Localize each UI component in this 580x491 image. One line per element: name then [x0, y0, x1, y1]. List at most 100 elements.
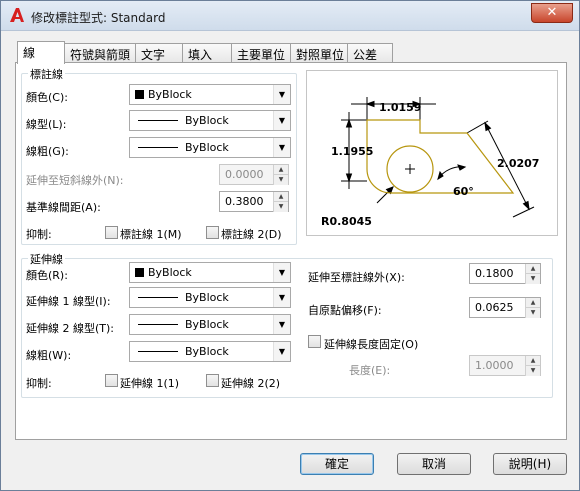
spinner-value: 0.0000 [225, 168, 264, 181]
extend-beyond-label: 延伸至標註線外(X): [308, 271, 405, 284]
dim-left-text: 1.1955 [331, 145, 373, 158]
chevron-down-icon[interactable]: ▼ [273, 138, 290, 157]
ext-color-select[interactable]: ByBlock ▼ [129, 262, 291, 283]
tab-label: 對照單位 [296, 48, 345, 62]
chevron-down-icon[interactable]: ▼ [273, 315, 290, 334]
select-value: ByBlock [148, 88, 192, 101]
tab-tolerances[interactable]: 公差 [347, 43, 393, 63]
dim-linetype-label: 線型(L): [26, 118, 67, 131]
tab-primary-units[interactable]: 主要單位 [231, 43, 291, 63]
tab-lines[interactable]: 線 [17, 41, 65, 64]
close-icon: ✕ [546, 5, 558, 20]
tab-panel-lines: 標註線 顏色(C): ByBlock ▼ 線型(L): ByBlock ▼ 線粗… [15, 62, 567, 440]
select-value: ByBlock [185, 114, 229, 127]
dim-lineweight-select[interactable]: ByBlock ▼ [129, 137, 291, 158]
fixed-length-checkbox[interactable] [308, 335, 321, 348]
suppress-dim-line-1-label: 標註線 1(M) [120, 228, 182, 241]
window-title: 修改標註型式: Standard [31, 11, 166, 25]
dim-top-text: 1.0159 [379, 101, 421, 114]
suppress-dim-line-2-checkbox[interactable] [206, 226, 219, 239]
line-preview [138, 297, 178, 298]
spin-down-icon[interactable]: ▼ [525, 274, 540, 284]
dim-color-label: 顏色(C): [26, 91, 68, 104]
suppress-ext-line-2-label: 延伸線 2(2) [221, 377, 281, 390]
tab-alternate-units[interactable]: 對照單位 [290, 43, 348, 63]
select-value: ByBlock [185, 318, 229, 331]
chevron-down-icon[interactable]: ▼ [273, 85, 290, 104]
line-preview [138, 147, 178, 148]
ext-lineweight-label: 線粗(W): [26, 349, 72, 362]
ext-linetype2-label: 延伸線 2 線型(T): [26, 322, 114, 335]
suppress-ext-line-2-checkbox[interactable] [206, 374, 219, 387]
chevron-down-icon[interactable]: ▼ [273, 263, 290, 282]
dim-right-text: 2.0207 [497, 157, 539, 170]
tab-symbols-arrows[interactable]: 符號與箭頭 [64, 43, 136, 63]
spin-up-icon[interactable]: ▲ [273, 165, 288, 175]
ext-lineweight-select[interactable]: ByBlock ▼ [129, 341, 291, 362]
spin-down-icon[interactable]: ▼ [525, 308, 540, 318]
suppress-dim-line-1-checkbox[interactable] [105, 226, 118, 239]
origin-offset-spinner[interactable]: 0.0625 ▲ ▼ [469, 297, 541, 318]
fixed-length-label: 延伸線長度固定(O) [324, 338, 419, 351]
autocad-logo-icon [10, 8, 24, 22]
suppress-dim-line-2-label: 標註線 2(D) [221, 228, 282, 241]
spinner-value: 0.1800 [475, 267, 514, 280]
tab-label: 符號與箭頭 [70, 48, 131, 62]
line-preview [138, 324, 178, 325]
length-spinner[interactable]: 1.0000 ▲ ▼ [469, 355, 541, 376]
dim-lineweight-label: 線粗(G): [26, 145, 69, 158]
spin-up-icon[interactable]: ▲ [525, 356, 540, 366]
color-swatch [135, 90, 144, 99]
help-button[interactable]: 說明(H) [493, 453, 567, 475]
extend-ticks-label: 延伸至短斜線外(N): [26, 174, 124, 187]
select-value: ByBlock [185, 291, 229, 304]
suppress-ext-line-1-label: 延伸線 1(1) [120, 377, 180, 390]
preview-part-outline [366, 119, 515, 194]
tab-label: 線 [23, 46, 36, 60]
suppress-ext-line-1-checkbox[interactable] [105, 374, 118, 387]
spin-up-icon[interactable]: ▲ [273, 192, 288, 202]
dim-radius-text: R0.8045 [321, 215, 372, 228]
dialog-window: 修改標註型式: Standard ✕ 線 符號與箭頭 文字 填入 主要單位 對照… [0, 0, 580, 491]
extend-ticks-spinner[interactable]: 0.0000 ▲ ▼ [219, 164, 289, 185]
line-preview [138, 120, 178, 121]
tab-label: 公差 [353, 48, 378, 62]
origin-offset-label: 自原點偏移(F): [308, 304, 382, 317]
ok-button[interactable]: 確定 [300, 453, 374, 475]
spinner-value: 0.3800 [225, 195, 264, 208]
dim-angle-text: 60° [453, 185, 474, 198]
spin-up-icon[interactable]: ▲ [525, 264, 540, 274]
ext-linetype2-select[interactable]: ByBlock ▼ [129, 314, 291, 335]
spin-down-icon[interactable]: ▼ [273, 175, 288, 185]
spin-up-icon[interactable]: ▲ [525, 298, 540, 308]
ext-suppress-label: 抑制: [26, 377, 52, 390]
title-bar[interactable]: 修改標註型式: Standard ✕ [1, 1, 579, 31]
cancel-button[interactable]: 取消 [397, 453, 471, 475]
tab-label: 文字 [141, 48, 166, 62]
spin-down-icon[interactable]: ▼ [525, 366, 540, 376]
tab-text[interactable]: 文字 [135, 43, 183, 63]
group-title: 延伸線 [28, 251, 65, 267]
chevron-down-icon[interactable]: ▼ [273, 342, 290, 361]
spinner-value: 0.0625 [475, 301, 514, 314]
chevron-down-icon[interactable]: ▼ [273, 288, 290, 307]
ext-linetype1-select[interactable]: ByBlock ▼ [129, 287, 291, 308]
length-label: 長度(E): [349, 364, 391, 377]
tab-fit[interactable]: 填入 [182, 43, 232, 63]
dim-linetype-select[interactable]: ByBlock ▼ [129, 110, 291, 131]
spinner-value: 1.0000 [475, 359, 514, 372]
ext-color-label: 顏色(R): [26, 269, 68, 282]
tab-label: 填入 [188, 48, 213, 62]
ext-linetype1-label: 延伸線 1 線型(I): [26, 295, 111, 308]
baseline-spacing-spinner[interactable]: 0.3800 ▲ ▼ [219, 191, 289, 212]
select-value: ByBlock [185, 141, 229, 154]
chevron-down-icon[interactable]: ▼ [273, 111, 290, 130]
baseline-spacing-label: 基準線間距(A): [26, 201, 101, 214]
dim-color-select[interactable]: ByBlock ▼ [129, 84, 291, 105]
tab-label: 主要單位 [237, 48, 286, 62]
preview-drawing: 1.0159 1.1955 2.0207 60° R0.8045 [321, 97, 539, 228]
close-button[interactable]: ✕ [531, 3, 573, 23]
select-value: ByBlock [185, 345, 229, 358]
extend-beyond-spinner[interactable]: 0.1800 ▲ ▼ [469, 263, 541, 284]
spin-down-icon[interactable]: ▼ [273, 202, 288, 212]
